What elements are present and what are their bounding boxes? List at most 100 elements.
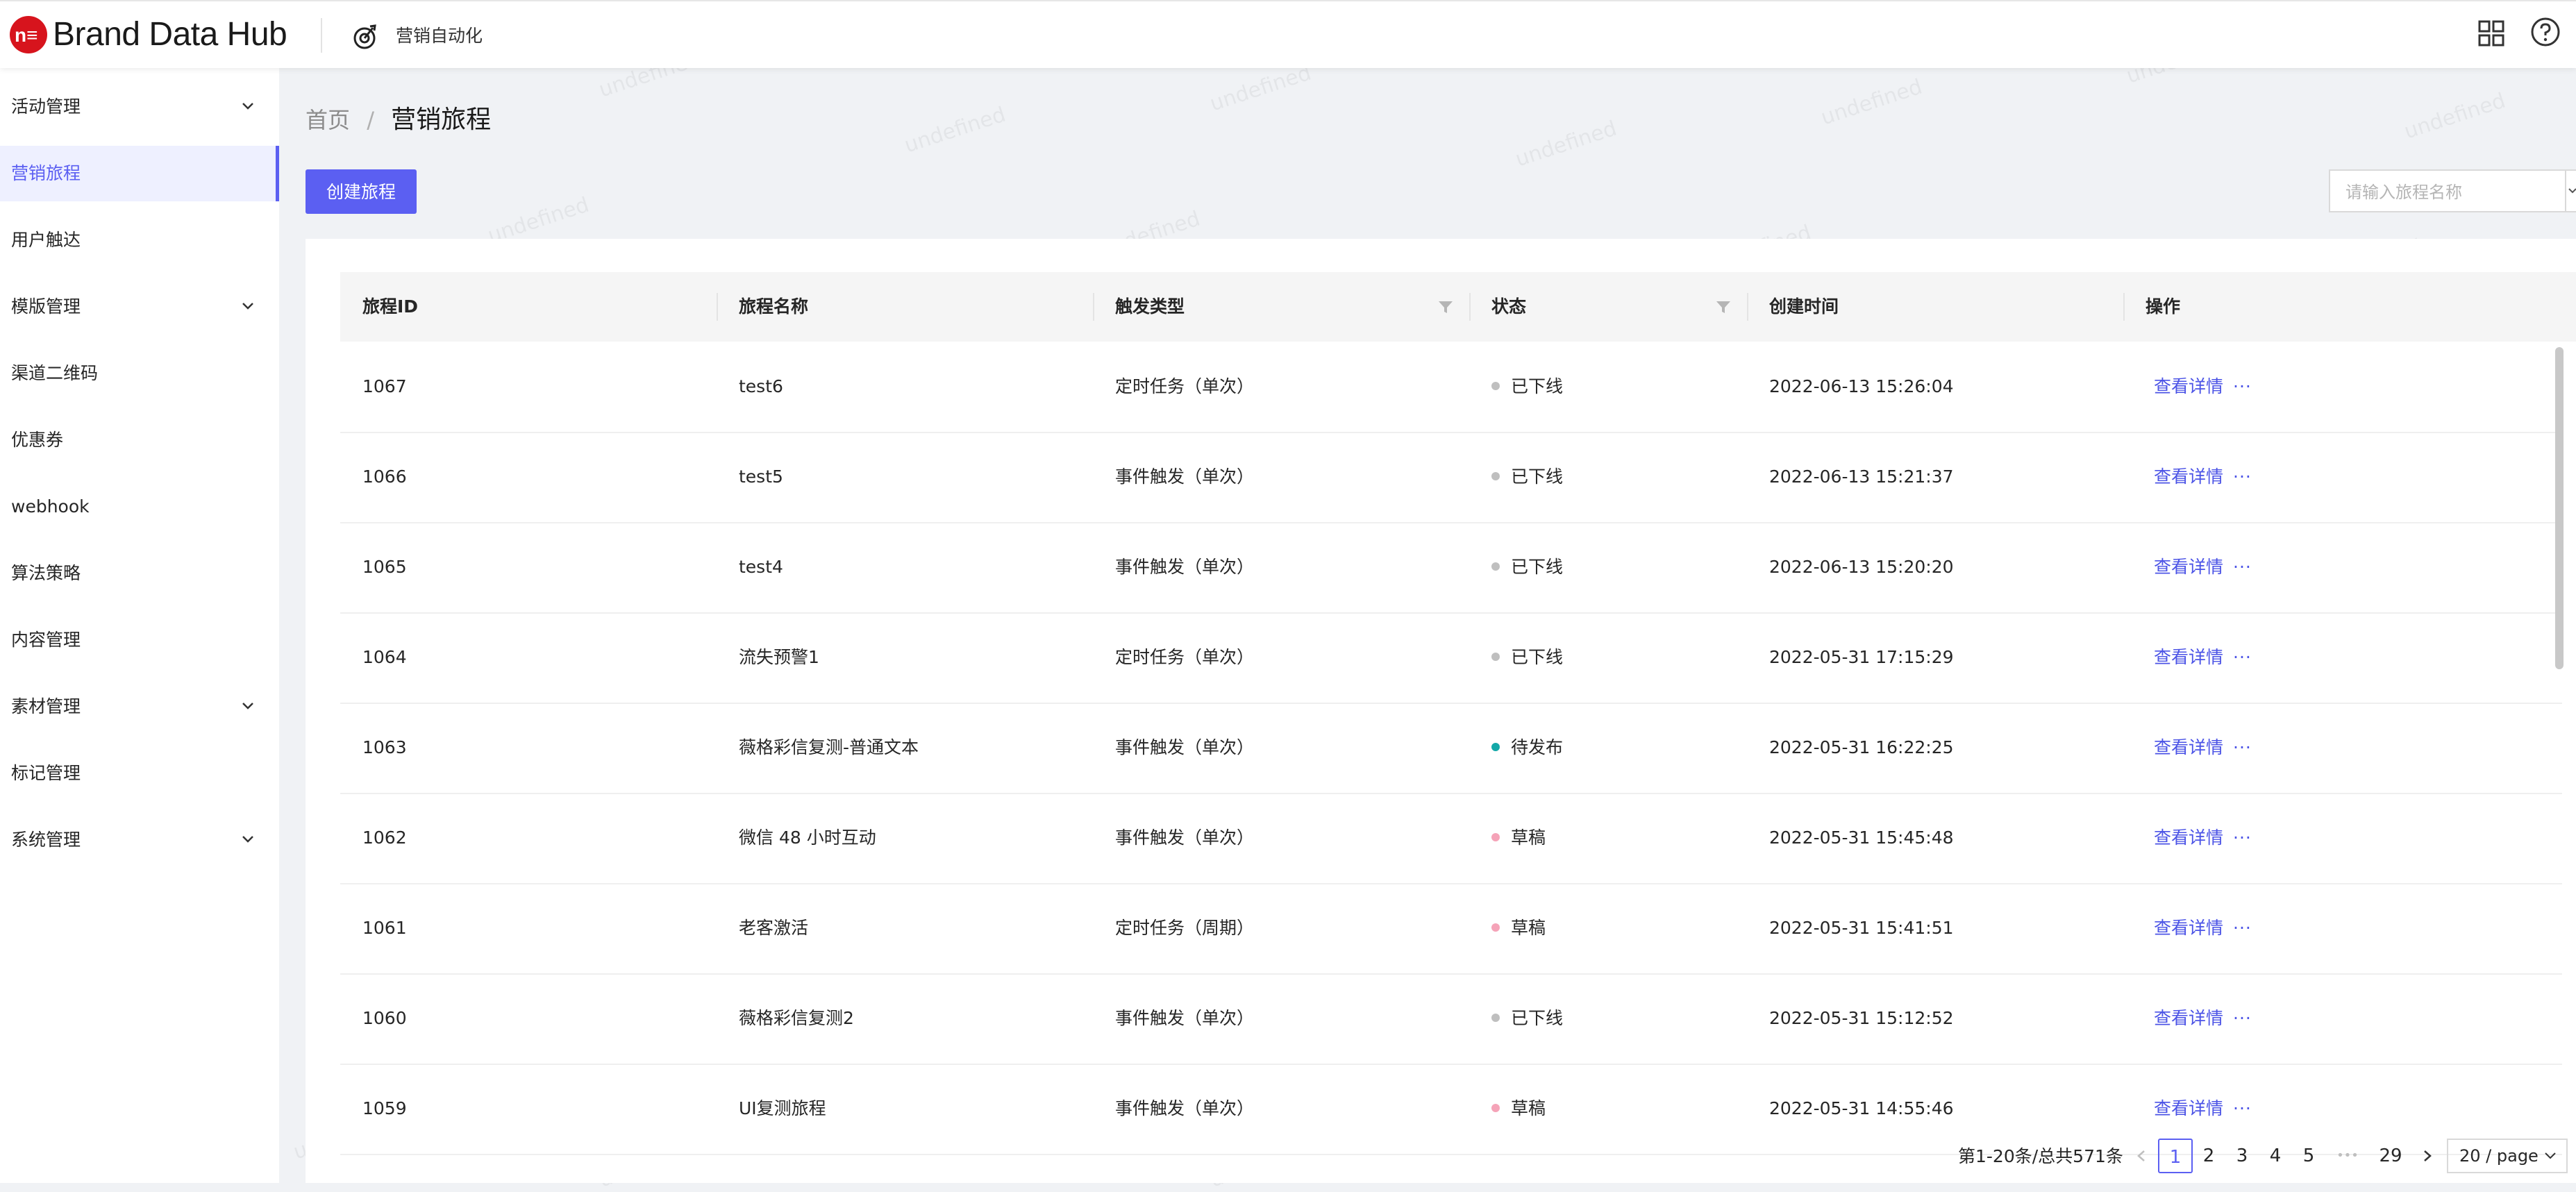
column-divider bbox=[1093, 293, 1094, 321]
page-button-5[interactable]: 5 bbox=[2291, 1139, 2326, 1173]
status-dot bbox=[1491, 743, 1500, 751]
status-text: 草稿 bbox=[1511, 828, 1546, 848]
sidebar-item-label: 算法策略 bbox=[11, 563, 81, 583]
chevron-down-icon[interactable] bbox=[240, 832, 256, 847]
watermark-text: undefined bbox=[1512, 116, 1620, 172]
sidebar-item-label: 素材管理 bbox=[11, 696, 81, 716]
cell-name: 薇格彩信复测2 bbox=[739, 1008, 854, 1028]
status-text: 草稿 bbox=[1511, 918, 1546, 938]
page-ellipsis[interactable]: ••• bbox=[2330, 1139, 2365, 1173]
sidebar-item-5[interactable]: 优惠券 bbox=[0, 412, 279, 468]
chevron-down-icon[interactable] bbox=[240, 299, 256, 314]
cell-id: 1065 bbox=[362, 557, 407, 577]
view-details-link[interactable]: 查看详情 bbox=[2154, 918, 2223, 938]
cell-actions: 查看详情 ··· bbox=[2154, 883, 2252, 973]
more-actions-icon[interactable]: ··· bbox=[2233, 828, 2252, 848]
filter-icon[interactable] bbox=[1715, 299, 1732, 315]
sidebar-item-1[interactable]: 营销旅程 bbox=[0, 146, 279, 201]
sidebar-item-10[interactable]: 标记管理 bbox=[0, 746, 279, 801]
cell-status: 待发布 bbox=[1491, 703, 1563, 793]
cell-actions: 查看详情 ··· bbox=[2154, 793, 2252, 883]
more-actions-icon[interactable]: ··· bbox=[2233, 376, 2252, 396]
status-dot bbox=[1491, 382, 1500, 390]
next-page-icon[interactable] bbox=[2414, 1139, 2441, 1173]
journey-search-box[interactable] bbox=[2329, 169, 2576, 212]
cell-trigger: 事件触发（单次） bbox=[1115, 1008, 1255, 1028]
table-row: 1066 test5 事件触发（单次） 已下线 2022-06-13 15:21:37 查… bbox=[340, 432, 2562, 523]
table-row: 1067 test6 定时任务（单次） 已下线 2022-06-13 15:26:04 查… bbox=[340, 342, 2562, 433]
cell-name: 薇格彩信复测-普通文本 bbox=[739, 737, 919, 757]
cell-status: 已下线 bbox=[1491, 612, 1563, 703]
sidebar-item-label: 用户触达 bbox=[11, 230, 81, 250]
column-divider bbox=[1747, 293, 1748, 321]
cell-created: 2022-06-13 15:20:20 bbox=[1769, 557, 1954, 577]
brand-name[interactable]: Brand Data Hub bbox=[53, 14, 287, 56]
cell-id: 1059 bbox=[362, 1098, 407, 1118]
view-details-link[interactable]: 查看详情 bbox=[2154, 376, 2223, 396]
svg-text:n≡: n≡ bbox=[15, 24, 37, 46]
prev-page-icon[interactable] bbox=[2127, 1139, 2155, 1173]
search-suffix[interactable] bbox=[2565, 171, 2576, 211]
status-text: 草稿 bbox=[1511, 1098, 1546, 1118]
table-row: 1062 微信 48 小时互动 事件触发（单次） 草稿 2022-05-31 15:45… bbox=[340, 793, 2562, 884]
status-text: 已下线 bbox=[1511, 647, 1564, 667]
sidebar-item-2[interactable]: 用户触达 bbox=[0, 212, 279, 268]
create-journey-button[interactable]: 创建旅程 bbox=[306, 169, 417, 214]
sidebar-item-label: 系统管理 bbox=[11, 830, 81, 850]
more-actions-icon[interactable]: ··· bbox=[2233, 557, 2252, 577]
sidebar-item-3[interactable]: 模版管理 bbox=[0, 279, 279, 335]
cell-created: 2022-05-31 17:15:29 bbox=[1769, 647, 1954, 667]
question-circle-icon[interactable] bbox=[2530, 17, 2561, 47]
cell-name: 老客激活 bbox=[739, 918, 809, 938]
status-dot bbox=[1491, 1014, 1500, 1022]
view-details-link[interactable]: 查看详情 bbox=[2154, 1008, 2223, 1028]
watermark-text: undefined bbox=[2401, 88, 2509, 144]
cell-name: UI复测旅程 bbox=[739, 1098, 826, 1118]
cell-created: 2022-05-31 16:22:25 bbox=[1769, 737, 1954, 757]
page-button-1[interactable]: 1 bbox=[2158, 1139, 2193, 1173]
sidebar-item-6[interactable]: webhook bbox=[0, 479, 279, 535]
chevron-down-icon[interactable] bbox=[240, 99, 256, 114]
sidebar-item-4[interactable]: 渠道二维码 bbox=[0, 346, 279, 401]
sidebar-item-7[interactable]: 算法策略 bbox=[0, 546, 279, 601]
grid-icon[interactable] bbox=[2477, 19, 2505, 47]
status-dot bbox=[1491, 472, 1500, 480]
view-details-link[interactable]: 查看详情 bbox=[2154, 828, 2223, 848]
table-scrollbar[interactable] bbox=[2555, 347, 2564, 669]
page-button-last[interactable]: 29 bbox=[2373, 1139, 2408, 1173]
view-details-link[interactable]: 查看详情 bbox=[2154, 737, 2223, 757]
cell-trigger: 事件触发（单次） bbox=[1115, 737, 1255, 757]
page-button-2[interactable]: 2 bbox=[2191, 1139, 2226, 1173]
sidebar-item-label: webhook bbox=[11, 496, 90, 517]
view-details-link[interactable]: 查看详情 bbox=[2154, 647, 2223, 667]
sidebar-item-8[interactable]: 内容管理 bbox=[0, 612, 279, 668]
view-details-link[interactable]: 查看详情 bbox=[2154, 1098, 2223, 1118]
sidebar-item-label: 营销旅程 bbox=[11, 163, 81, 183]
breadcrumb-home[interactable]: 首页 bbox=[306, 107, 350, 133]
page-size-select[interactable]: 20 / page bbox=[2447, 1139, 2568, 1173]
journey-name-search-input[interactable] bbox=[2344, 179, 2548, 205]
more-actions-icon[interactable]: ··· bbox=[2233, 1008, 2252, 1028]
breadcrumb-separator: / bbox=[367, 107, 374, 133]
cell-trigger: 定时任务（周期） bbox=[1115, 918, 1255, 938]
page-button-4[interactable]: 4 bbox=[2258, 1139, 2293, 1173]
module-title[interactable]: 营销自动化 bbox=[396, 22, 483, 50]
cell-created: 2022-06-13 15:26:04 bbox=[1769, 376, 1954, 396]
more-actions-icon[interactable]: ··· bbox=[2233, 918, 2252, 938]
sidebar-item-11[interactable]: 系统管理 bbox=[0, 812, 279, 868]
view-details-link[interactable]: 查看详情 bbox=[2154, 557, 2223, 577]
cell-actions: 查看详情 ··· bbox=[2154, 612, 2252, 703]
more-actions-icon[interactable]: ··· bbox=[2233, 467, 2252, 487]
sidebar-item-0[interactable]: 活动管理 bbox=[0, 79, 279, 135]
watermark-text: undefined bbox=[901, 102, 1009, 158]
more-actions-icon[interactable]: ··· bbox=[2233, 647, 2252, 667]
chevron-down-icon[interactable] bbox=[240, 698, 256, 714]
filter-icon[interactable] bbox=[1437, 299, 1454, 315]
more-actions-icon[interactable]: ··· bbox=[2233, 737, 2252, 757]
sidebar-item-9[interactable]: 素材管理 bbox=[0, 679, 279, 734]
more-actions-icon[interactable]: ··· bbox=[2233, 1098, 2252, 1118]
page-button-3[interactable]: 3 bbox=[2225, 1139, 2259, 1173]
cell-id: 1067 bbox=[362, 376, 407, 396]
view-details-link[interactable]: 查看详情 bbox=[2154, 467, 2223, 487]
brand-logo-icon[interactable]: n≡ bbox=[10, 16, 47, 53]
